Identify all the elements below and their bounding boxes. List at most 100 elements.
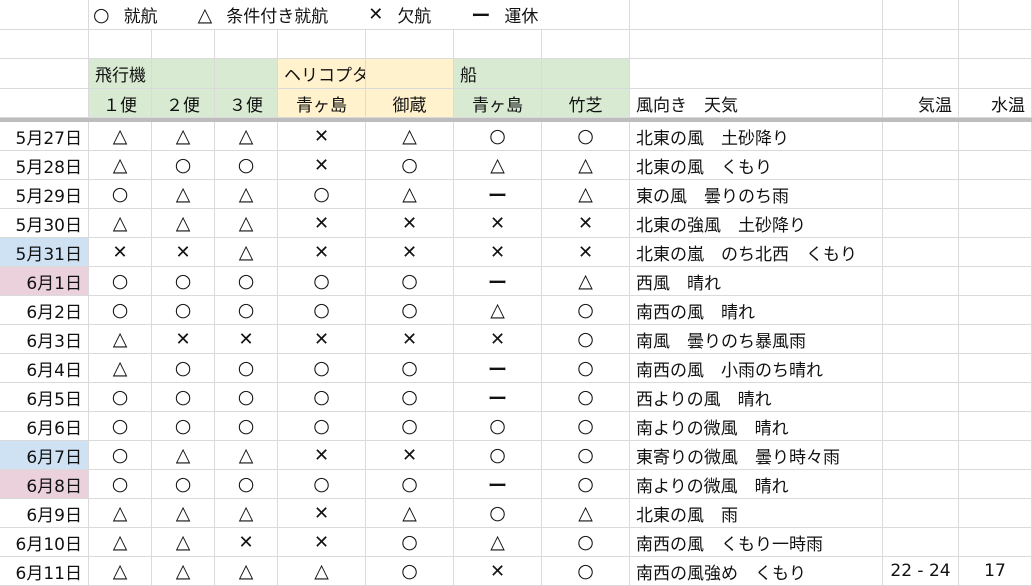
status-cell[interactable]: ✕ — [454, 238, 542, 267]
status-cell[interactable]: ○ — [366, 470, 454, 499]
water-temp-cell[interactable] — [959, 267, 1032, 296]
date-cell[interactable]: 6月4日 — [0, 354, 89, 383]
weather-cell[interactable]: 西よりの風 晴れ — [630, 383, 883, 412]
status-cell[interactable]: ✕ — [215, 325, 278, 354]
status-cell[interactable]: ○ — [454, 122, 542, 151]
status-cell[interactable]: △ — [215, 441, 278, 470]
status-cell[interactable]: ○ — [542, 383, 630, 412]
date-cell[interactable]: 5月27日 — [0, 122, 89, 151]
status-cell[interactable]: △ — [152, 122, 215, 151]
temp-cell[interactable] — [883, 209, 959, 238]
weather-cell[interactable]: 南よりの微風 晴れ — [630, 470, 883, 499]
water-temp-cell[interactable] — [959, 470, 1032, 499]
date-cell[interactable]: 5月28日 — [0, 151, 89, 180]
water-temp-cell[interactable]: 17 — [959, 557, 1032, 586]
cell-blank[interactable] — [883, 30, 959, 59]
date-cell[interactable]: 5月29日 — [0, 180, 89, 209]
weather-cell[interactable]: 北東の風 雨 — [630, 499, 883, 528]
date-cell[interactable]: 6月7日 — [0, 441, 89, 470]
status-cell[interactable]: △ — [366, 180, 454, 209]
status-cell[interactable]: ー — [454, 267, 542, 296]
water-temp-cell[interactable] — [959, 151, 1032, 180]
status-cell[interactable]: ○ — [278, 412, 366, 441]
column-header[interactable]: 水温 — [959, 89, 1032, 118]
date-cell[interactable]: 6月6日 — [0, 412, 89, 441]
temp-cell[interactable] — [883, 180, 959, 209]
status-cell[interactable]: ○ — [215, 354, 278, 383]
status-cell[interactable]: ○ — [278, 267, 366, 296]
weather-cell[interactable]: 南西の風 晴れ — [630, 296, 883, 325]
status-cell[interactable]: ✕ — [542, 209, 630, 238]
temp-cell[interactable] — [883, 296, 959, 325]
weather-cell[interactable]: 北東の強風 土砂降り — [630, 209, 883, 238]
status-cell[interactable]: △ — [215, 180, 278, 209]
status-cell[interactable]: ○ — [542, 441, 630, 470]
status-cell[interactable]: ○ — [366, 383, 454, 412]
cell-blank[interactable] — [0, 30, 89, 59]
cell-blank[interactable] — [959, 0, 1032, 30]
status-cell[interactable]: ✕ — [366, 238, 454, 267]
temp-cell[interactable] — [883, 354, 959, 383]
status-cell[interactable]: ○ — [278, 180, 366, 209]
column-header[interactable]: ３便 — [215, 89, 278, 118]
group-plane-fill[interactable] — [215, 59, 278, 89]
status-cell[interactable]: ✕ — [152, 325, 215, 354]
temp-cell[interactable] — [883, 122, 959, 151]
status-cell[interactable]: △ — [215, 499, 278, 528]
weather-cell[interactable]: 南風 曇りのち暴風雨 — [630, 325, 883, 354]
cell-blank[interactable] — [883, 59, 959, 89]
weather-cell[interactable]: 北東の嵐 のち北西 くもり — [630, 238, 883, 267]
status-cell[interactable]: ✕ — [278, 441, 366, 470]
column-header[interactable]: 御蔵 — [366, 89, 454, 118]
weather-cell[interactable]: 南西の風強め くもり — [630, 557, 883, 586]
status-cell[interactable]: ✕ — [542, 238, 630, 267]
column-header[interactable]: 青ヶ島 — [278, 89, 366, 118]
status-cell[interactable]: ○ — [152, 470, 215, 499]
cell-blank[interactable] — [542, 30, 630, 59]
status-cell[interactable]: △ — [366, 499, 454, 528]
status-cell[interactable]: △ — [454, 528, 542, 557]
status-cell[interactable]: △ — [152, 557, 215, 586]
status-cell[interactable]: ✕ — [152, 238, 215, 267]
status-cell[interactable]: ○ — [215, 412, 278, 441]
status-cell[interactable]: △ — [89, 557, 152, 586]
status-cell[interactable]: ✕ — [278, 209, 366, 238]
group-heli[interactable]: ヘリコプター — [278, 59, 366, 89]
temp-cell[interactable] — [883, 383, 959, 412]
column-header[interactable]: 青ヶ島 — [454, 89, 542, 118]
weather-cell[interactable]: 東寄りの微風 曇り時々雨 — [630, 441, 883, 470]
status-cell[interactable]: ✕ — [278, 238, 366, 267]
status-cell[interactable]: ○ — [278, 470, 366, 499]
status-cell[interactable]: ✕ — [366, 441, 454, 470]
status-cell[interactable]: ○ — [542, 325, 630, 354]
column-header[interactable]: 気温 — [883, 89, 959, 118]
status-cell[interactable]: △ — [89, 151, 152, 180]
status-cell[interactable]: ○ — [215, 267, 278, 296]
status-cell[interactable]: ー — [454, 354, 542, 383]
temp-cell[interactable] — [883, 499, 959, 528]
weather-cell[interactable]: 東の風 曇りのち雨 — [630, 180, 883, 209]
water-temp-cell[interactable] — [959, 180, 1032, 209]
temp-cell[interactable] — [883, 441, 959, 470]
status-cell[interactable]: △ — [215, 557, 278, 586]
water-temp-cell[interactable] — [959, 412, 1032, 441]
status-cell[interactable]: ○ — [542, 557, 630, 586]
status-cell[interactable]: △ — [454, 296, 542, 325]
status-cell[interactable]: ○ — [366, 354, 454, 383]
group-plane-fill[interactable] — [152, 59, 215, 89]
status-cell[interactable]: ○ — [215, 383, 278, 412]
date-cell[interactable]: 6月9日 — [0, 499, 89, 528]
group-heli-fill[interactable] — [366, 59, 454, 89]
date-cell[interactable]: 6月2日 — [0, 296, 89, 325]
status-cell[interactable]: ○ — [542, 412, 630, 441]
date-cell[interactable]: 6月5日 — [0, 383, 89, 412]
status-cell[interactable]: △ — [542, 180, 630, 209]
weather-cell[interactable]: 北東の風 土砂降り — [630, 122, 883, 151]
cell-blank[interactable] — [152, 30, 215, 59]
status-cell[interactable]: ○ — [89, 441, 152, 470]
water-temp-cell[interactable] — [959, 383, 1032, 412]
status-cell[interactable]: △ — [215, 122, 278, 151]
date-cell[interactable]: 6月11日 — [0, 557, 89, 586]
temp-cell[interactable] — [883, 325, 959, 354]
status-cell[interactable]: ー — [454, 180, 542, 209]
